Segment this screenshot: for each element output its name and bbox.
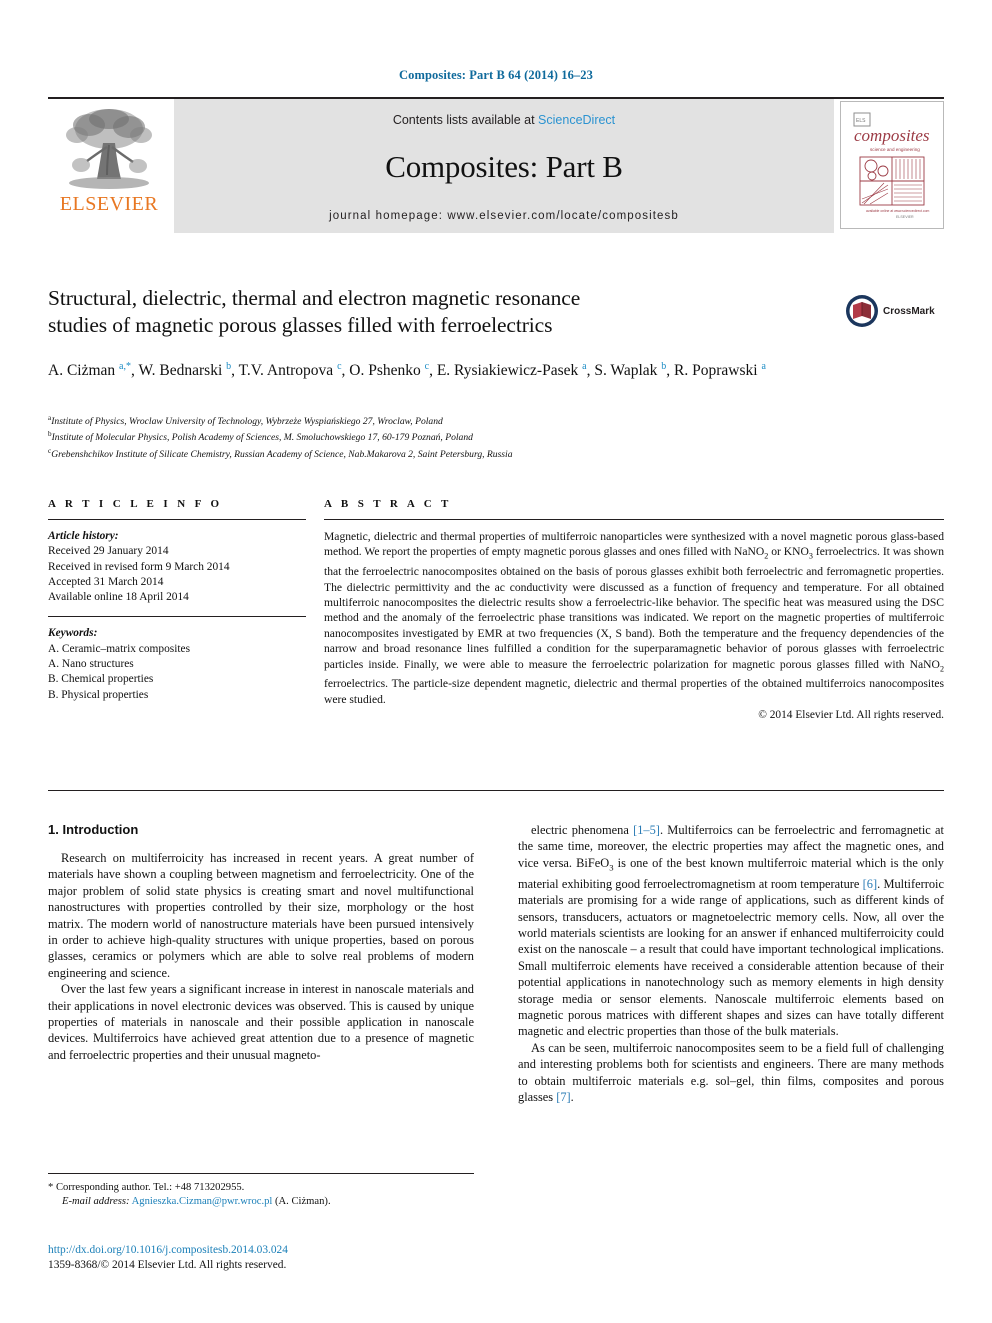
elsevier-wordmark: ELSEVIER [59, 193, 159, 215]
body-column-right: electric phenomena [1–5]. Multiferroics … [518, 822, 944, 1105]
history-item: Received in revised form 9 March 2014 [48, 560, 230, 573]
svg-text:ELSEVIER: ELSEVIER [896, 215, 914, 219]
crossmark-badge[interactable]: CrossMark [845, 288, 945, 334]
keywords-block: Keywords: A. Ceramic–matrix composites A… [48, 626, 306, 702]
elsevier-logo: ELSEVIER [48, 99, 170, 233]
email-label: E-mail address: [62, 1196, 130, 1208]
abstract-copyright: © 2014 Elsevier Ltd. All rights reserved… [758, 709, 944, 722]
info-abstract-row: A R T I C L E I N F O Article history: R… [48, 498, 944, 721]
title-block: Structural, dielectric, thermal and elec… [48, 285, 848, 339]
corresponding-text: Corresponding author. Tel.: +48 71320295… [55, 1182, 245, 1193]
paper-page: Composites: Part B 64 (2014) 16–23 ELSEV… [0, 0, 992, 1323]
corresponding-author-footnote: * Corresponding author. Tel.: +48 713202… [48, 1173, 474, 1210]
crossmark-icon [846, 295, 878, 327]
paragraph: electric phenomena [1–5]. Multiferroics … [518, 823, 944, 1039]
elsevier-tree-icon [66, 109, 152, 189]
affiliation-c: cGrebenshchikov Institute of Silicate Ch… [48, 445, 748, 461]
affiliation-b: bInstitute of Molecular Physics, Polish … [48, 428, 748, 444]
contents-prefix: Contents lists available at [392, 113, 535, 127]
corresponding-marker: * [48, 1182, 54, 1193]
body-separator-rule [48, 790, 944, 791]
article-history-label: Article history: [48, 530, 119, 542]
journal-homepage-link[interactable]: journal homepage: www.elsevier.com/locat… [329, 210, 679, 222]
journal-cover-thumbnail[interactable]: ELS composites science and engineering a… [840, 101, 944, 229]
journal-banner: Contents lists available at ScienceDirec… [174, 99, 834, 233]
section-title-introduction: 1. Introduction [48, 822, 139, 837]
title-line-2: studies of magnetic porous glasses fille… [48, 313, 553, 337]
doi-block: http://dx.doi.org/10.1016/j.compositesb.… [48, 1243, 548, 1273]
affiliation-a: aInstitute of Physics, Wroclaw Universit… [48, 412, 748, 428]
running-head: Composites: Part B 64 (2014) 16–23 [398, 68, 593, 82]
paragraph: Over the last few years a significant in… [48, 982, 474, 1062]
affiliation-list: aInstitute of Physics, Wroclaw Universit… [48, 412, 748, 461]
abstract-heading: A B S T R A C T [324, 498, 452, 510]
paragraph: As can be seen, multiferroic nanocomposi… [518, 1040, 944, 1104]
affiliation-text-a: Institute of Physics, Wroclaw University… [51, 416, 443, 428]
paragraph: Research on multiferroicity has increase… [48, 851, 474, 980]
history-item: Accepted 31 March 2014 [48, 575, 164, 588]
article-info-rule-mid [48, 616, 306, 618]
abstract-text: Magnetic, dielectric and thermal propert… [324, 530, 945, 706]
sciencedirect-link[interactable]: ScienceDirect [538, 113, 615, 127]
article-info-column: A R T I C L E I N F O Article history: R… [48, 498, 306, 721]
history-item: Received 29 January 2014 [48, 545, 169, 558]
doi-link[interactable]: http://dx.doi.org/10.1016/j.compositesb.… [48, 1243, 548, 1258]
email-suffix: (A. Ciżman). [275, 1196, 331, 1208]
keyword-item: B. Chemical properties [48, 673, 154, 686]
email-link[interactable]: Agnieszka.Cizman@pwr.wroc.pl [132, 1196, 273, 1207]
journal-title: Composites: Part B [385, 149, 623, 184]
svg-text:ELS: ELS [856, 118, 866, 124]
email-line: E-mail address: Agnieszka.Cizman@pwr.wro… [48, 1195, 474, 1209]
history-item: Available online 18 April 2014 [48, 591, 189, 604]
article-history: Article history: Received 29 January 201… [48, 529, 306, 605]
svg-text:available online at www.scienc: available online at www.sciencedirect.co… [866, 209, 929, 213]
keyword-item: B. Physical properties [48, 688, 149, 701]
body-column-left: 1. Introduction Research on multiferroic… [48, 822, 474, 1105]
svg-text:science and engineering: science and engineering [870, 147, 920, 152]
issn-copyright-line: 1359-8368/© 2014 Elsevier Ltd. All right… [48, 1259, 287, 1272]
cover-artwork-icon: ELS composites science and engineering a… [844, 105, 940, 225]
crossmark-label: CrossMark [883, 305, 935, 317]
keyword-item: A. Ceramic–matrix composites [48, 642, 191, 655]
article-info-rule-top [48, 519, 306, 520]
abstract-column: A B S T R A C T Magnetic, dielectric and… [324, 498, 944, 721]
svg-text:composites: composites [854, 126, 930, 145]
author-list: A. Ciżman a,*, W. Bednarski b, T.V. Antr… [48, 361, 766, 380]
affiliation-text-c: Grebenshchikov Institute of Silicate Che… [51, 448, 513, 460]
article-info-heading: A R T I C L E I N F O [48, 498, 223, 510]
page-title: Structural, dielectric, thermal and elec… [48, 285, 848, 339]
journal-header-band: ELSEVIER Contents lists available at Sci… [48, 97, 944, 235]
keyword-item: A. Nano structures [48, 658, 134, 671]
affiliation-text-b: Institute of Molecular Physics, Polish A… [51, 432, 473, 444]
contents-available-line: Contents lists available at ScienceDirec… [393, 113, 615, 127]
body-columns: 1. Introduction Research on multiferroic… [48, 822, 944, 1105]
keywords-label: Keywords: [48, 627, 98, 640]
abstract-rule-top [324, 519, 944, 520]
title-line-1: Structural, dielectric, thermal and elec… [48, 286, 581, 310]
corresponding-author-line: * Corresponding author. Tel.: +48 713202… [48, 1181, 474, 1195]
